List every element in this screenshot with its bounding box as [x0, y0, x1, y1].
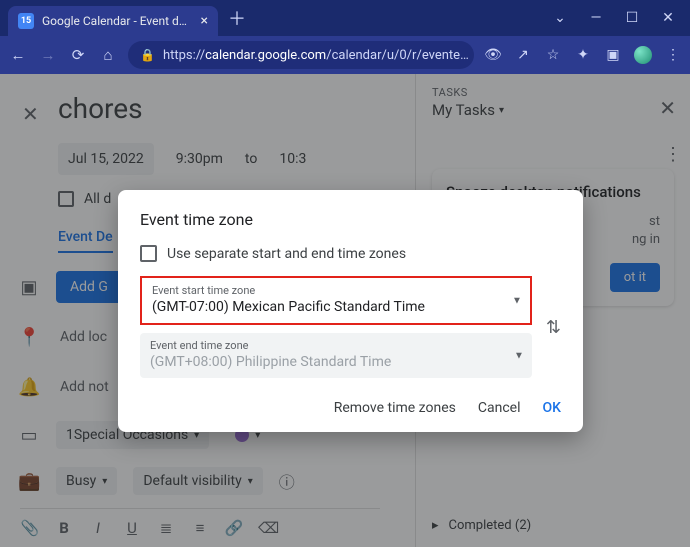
- url-field[interactable]: 🔒 https://calendar.google.com/calendar/u…: [128, 41, 474, 69]
- window-maximize-icon[interactable]: ☐: [624, 10, 640, 26]
- star-icon[interactable]: ☆: [544, 46, 562, 64]
- puzzle-icon[interactable]: ✦: [574, 46, 592, 64]
- nav-reload-icon[interactable]: ⟳: [68, 46, 88, 64]
- browser-tab[interactable]: 15 Google Calendar - Event details ×: [8, 6, 218, 36]
- timezone-dialog: Event time zone Use separate start and e…: [118, 190, 583, 432]
- start-timezone-select[interactable]: Event start time zone (GMT-07:00) Mexica…: [140, 276, 532, 325]
- end-timezone-value: (GMT+08:00) Philippine Standard Time: [150, 354, 522, 370]
- start-timezone-value: (GMT-07:00) Mexican Pacific Standard Tim…: [152, 299, 520, 315]
- window-close-icon[interactable]: ✕: [660, 10, 676, 26]
- nav-back-icon[interactable]: ←: [8, 46, 28, 64]
- dropdown-icon: ▼: [514, 350, 524, 361]
- share-icon[interactable]: ↗: [514, 46, 532, 64]
- tab-title: Google Calendar - Event details: [42, 14, 193, 28]
- profile-avatar[interactable]: [634, 46, 652, 64]
- browser-titlebar: 15 Google Calendar - Event details × ＋ ⌄…: [0, 0, 690, 36]
- nav-home-icon[interactable]: ⌂: [98, 46, 118, 64]
- menu-dots-icon[interactable]: ⋮: [664, 46, 682, 64]
- end-timezone-select[interactable]: Event end time zone (GMT+08:00) Philippi…: [140, 333, 532, 378]
- end-timezone-label: Event end time zone: [150, 339, 522, 352]
- tab-favicon: 15: [18, 13, 34, 29]
- swap-timezones-icon[interactable]: ⇅: [546, 317, 561, 338]
- dialog-title: Event time zone: [140, 210, 561, 229]
- window-chevron-icon[interactable]: ⌄: [552, 10, 568, 26]
- browser-addressbar: ← → ⟳ ⌂ 🔒 https://calendar.google.com/ca…: [0, 36, 690, 74]
- eye-icon[interactable]: 👁: [484, 46, 502, 64]
- cancel-button[interactable]: Cancel: [478, 400, 521, 416]
- dropdown-icon: ▼: [512, 295, 522, 306]
- lock-icon: 🔒: [140, 48, 155, 62]
- new-tab-button[interactable]: ＋: [228, 5, 246, 31]
- separate-timezones-label: Use separate start and end time zones: [167, 246, 406, 262]
- tab-close-icon[interactable]: ×: [201, 13, 208, 29]
- url-text: https://calendar.google.com/calendar/u/0…: [163, 48, 469, 63]
- nav-forward-icon: →: [38, 46, 58, 64]
- window-icon[interactable]: ▣: [604, 46, 622, 64]
- window-minimize-icon[interactable]: ―: [588, 10, 604, 26]
- start-timezone-label: Event start time zone: [152, 284, 520, 297]
- remove-timezones-button[interactable]: Remove time zones: [334, 400, 456, 416]
- separate-timezones-checkbox[interactable]: [140, 245, 157, 262]
- ok-button[interactable]: OK: [543, 400, 562, 416]
